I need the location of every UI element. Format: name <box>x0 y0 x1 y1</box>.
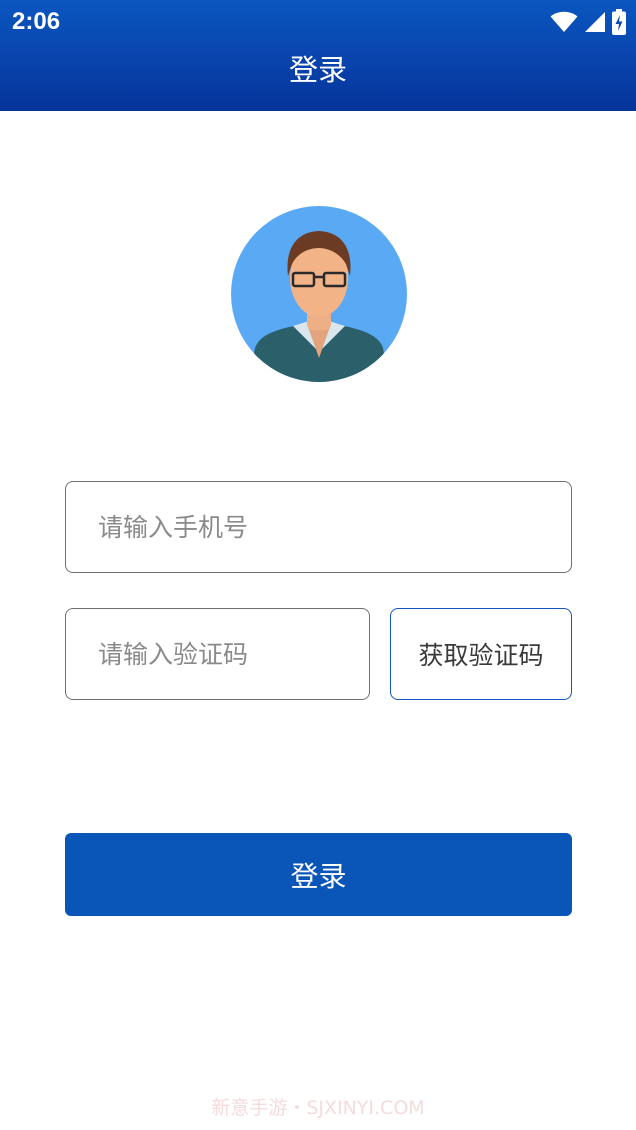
page-title: 登录 <box>288 53 347 87</box>
verification-code-input[interactable] <box>66 609 369 699</box>
get-code-button[interactable]: 获取验证码 <box>390 608 572 700</box>
phone-input[interactable] <box>66 482 571 572</box>
user-avatar-icon <box>231 206 407 382</box>
code-input-field[interactable] <box>65 608 370 700</box>
app-header: 2:06 登录 <box>0 0 636 111</box>
login-button[interactable]: 登录 <box>65 833 572 916</box>
wifi-icon <box>550 11 578 33</box>
status-time: 2:06 <box>12 8 61 35</box>
cellular-signal-icon <box>585 12 605 32</box>
battery-charging-icon <box>612 9 626 35</box>
phone-input-field[interactable] <box>65 481 572 573</box>
watermark: 新意手游・SJXINYI.COM <box>211 1097 425 1119</box>
status-icons <box>550 9 626 35</box>
